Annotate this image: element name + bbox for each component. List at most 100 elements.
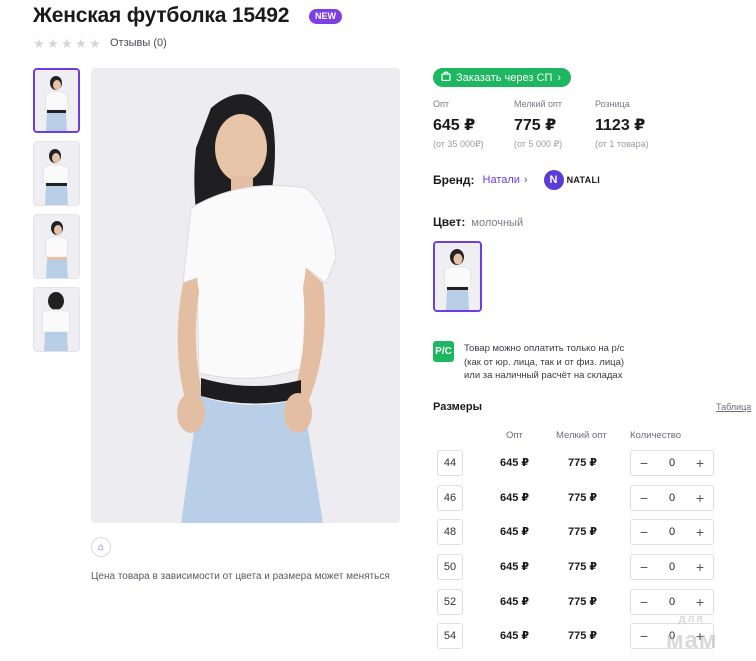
price-label: Опт bbox=[433, 99, 449, 109]
size-label: 50 bbox=[437, 554, 463, 580]
minus-icon[interactable]: − bbox=[637, 455, 651, 471]
thumbnail-photo-front-2[interactable] bbox=[33, 141, 80, 206]
order-sp-button[interactable]: Заказать через СП › bbox=[433, 68, 572, 87]
plus-icon[interactable]: + bbox=[693, 490, 707, 506]
row-price-small-opt: 775 ₽ bbox=[568, 492, 598, 504]
model-photo-icon bbox=[34, 288, 79, 351]
price-small-opt: Мелкий опт 775 ₽ (от 5 000 ₽) bbox=[514, 99, 595, 150]
thumbnail-photo-back[interactable] bbox=[33, 287, 80, 352]
chevron-right-icon: › bbox=[557, 71, 562, 84]
new-badge: NEW bbox=[309, 9, 342, 24]
color-row: Цвет: молочный bbox=[433, 215, 523, 229]
size-label: 54 bbox=[437, 623, 463, 649]
row-price-opt: 645 ₽ bbox=[500, 457, 530, 469]
quantity-input[interactable]: 0 bbox=[669, 561, 675, 573]
star-icon: ★ bbox=[47, 36, 59, 51]
size-chart-hanger-icon[interactable]: ⌂ bbox=[91, 537, 111, 557]
quantity-input[interactable]: 0 bbox=[669, 492, 675, 504]
order-sp-label: Заказать через СП bbox=[456, 71, 553, 84]
color-label: Цвет: bbox=[433, 215, 466, 229]
row-price-opt: 645 ₽ bbox=[500, 596, 530, 608]
minus-icon[interactable]: − bbox=[637, 559, 651, 575]
thumbnail-photo-front[interactable] bbox=[33, 68, 80, 133]
chevron-right-icon: › bbox=[523, 174, 528, 186]
quantity-stepper: − 0 + bbox=[630, 450, 714, 476]
minus-icon[interactable]: − bbox=[637, 524, 651, 540]
row-price-opt: 645 ₽ bbox=[500, 630, 530, 642]
model-photo-icon bbox=[435, 243, 480, 310]
brand-logo-text: NATALI bbox=[566, 175, 601, 185]
price-retail: Розница 1123 ₽ (от 1 товара) bbox=[595, 99, 676, 150]
col-header-qty: Количество bbox=[630, 430, 682, 441]
natali-logo-icon: N bbox=[543, 170, 564, 190]
size-row: 46 645 ₽ 775 ₽ − 0 + bbox=[437, 485, 737, 511]
quantity-input[interactable]: 0 bbox=[669, 457, 675, 469]
model-photo-icon bbox=[34, 215, 79, 278]
payment-info: Товар можно оплатить только на р/с (как … bbox=[464, 342, 664, 383]
bag-icon bbox=[441, 71, 451, 84]
row-price-small-opt: 775 ₽ bbox=[568, 561, 598, 573]
star-icon: ★ bbox=[75, 36, 87, 51]
price-value: 1123 ₽ bbox=[595, 117, 646, 134]
quantity-input[interactable]: 0 bbox=[669, 526, 675, 538]
plus-icon[interactable]: + bbox=[693, 455, 707, 471]
brand-row: Бренд: Натали › N NATALI bbox=[433, 170, 600, 190]
minus-icon[interactable]: − bbox=[637, 628, 651, 644]
model-photo-icon bbox=[91, 68, 400, 523]
size-table-link[interactable]: Таблица bbox=[716, 402, 751, 412]
payment-line: (как от юр. лица, так и от физ. лица) bbox=[464, 356, 625, 368]
model-photo-icon bbox=[35, 70, 78, 131]
price-label: Розница bbox=[595, 99, 630, 109]
price-opt: Опт 645 ₽ (от 35 000₽) bbox=[433, 99, 514, 150]
reviews-link[interactable]: Отзывы (0) bbox=[110, 37, 167, 49]
col-header-small-opt: Мелкий опт bbox=[556, 430, 607, 441]
quantity-stepper: − 0 + bbox=[630, 485, 714, 511]
plus-icon[interactable]: + bbox=[693, 524, 707, 540]
quantity-stepper: − 0 + bbox=[630, 554, 714, 580]
site-watermark: для мам bbox=[666, 608, 718, 654]
col-header-opt: Опт bbox=[506, 430, 523, 441]
color-value: молочный bbox=[471, 217, 524, 229]
watermark-line2: мам bbox=[666, 627, 718, 654]
size-row: 48 645 ₽ 775 ₽ − 0 + bbox=[437, 519, 737, 545]
row-price-small-opt: 775 ₽ bbox=[568, 457, 598, 469]
brand-label: Бренд: bbox=[433, 173, 475, 187]
row-price-small-opt: 775 ₽ bbox=[568, 630, 598, 642]
price-note: Цена товара в зависимости от цвета и раз… bbox=[91, 571, 390, 582]
brand-logo[interactable]: N NATALI bbox=[543, 170, 601, 190]
thumbnail-list bbox=[33, 68, 80, 352]
size-label: 52 bbox=[437, 589, 463, 615]
minus-icon[interactable]: − bbox=[637, 594, 651, 610]
quantity-input[interactable]: 0 bbox=[669, 596, 675, 608]
price-condition: (от 35 000₽) bbox=[433, 139, 484, 149]
row-price-opt: 645 ₽ bbox=[500, 492, 530, 504]
star-icon: ★ bbox=[33, 36, 45, 51]
size-label: 46 bbox=[437, 485, 463, 511]
size-row: 50 645 ₽ 775 ₽ − 0 + bbox=[437, 554, 737, 580]
thumbnail-photo-side[interactable] bbox=[33, 214, 80, 279]
size-row: 44 645 ₽ 775 ₽ − 0 + bbox=[437, 450, 737, 476]
price-value: 645 ₽ bbox=[433, 117, 476, 134]
payment-line: или за наличный расчёт на складах bbox=[464, 370, 623, 381]
main-product-photo[interactable] bbox=[91, 68, 400, 523]
price-condition: (от 1 товара) bbox=[595, 139, 649, 149]
row-price-small-opt: 775 ₽ bbox=[568, 526, 598, 538]
price-label: Мелкий опт bbox=[514, 99, 563, 109]
model-photo-icon bbox=[34, 142, 79, 205]
price-condition: (от 5 000 ₽) bbox=[514, 139, 563, 149]
size-label: 44 bbox=[437, 450, 463, 476]
product-title: Женская футболка 15492 bbox=[33, 4, 290, 27]
quantity-stepper: − 0 + bbox=[630, 519, 714, 545]
row-price-opt: 645 ₽ bbox=[500, 526, 530, 538]
minus-icon[interactable]: − bbox=[637, 490, 651, 506]
color-swatch-milky[interactable] bbox=[433, 241, 482, 312]
payment-account-icon: P/C bbox=[433, 341, 454, 362]
plus-icon[interactable]: + bbox=[693, 559, 707, 575]
star-icon: ★ bbox=[61, 36, 73, 51]
row-price-opt: 645 ₽ bbox=[500, 561, 530, 573]
star-icon: ★ bbox=[89, 36, 101, 51]
row-price-small-opt: 775 ₽ bbox=[568, 596, 598, 608]
price-value: 775 ₽ bbox=[514, 117, 557, 134]
brand-link[interactable]: Натали bbox=[483, 174, 520, 186]
rating-stars[interactable]: ★ ★ ★ ★ ★ bbox=[33, 36, 101, 51]
